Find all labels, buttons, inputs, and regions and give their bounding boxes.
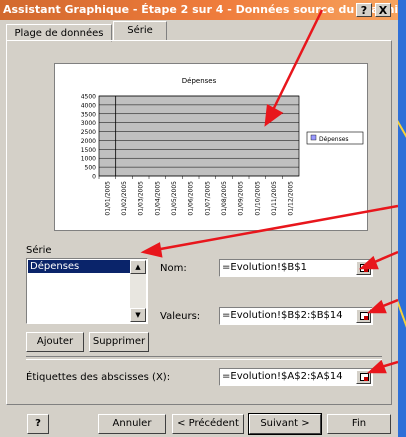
x-tick-label: 01/02/2005 — [121, 181, 128, 216]
x-tick-label: 01/04/2005 — [154, 181, 161, 216]
serie-scrollbar[interactable]: ▲ ▼ — [130, 260, 146, 322]
scroll-down-button[interactable]: ▼ — [130, 308, 146, 322]
y-tick-label: 1000 — [81, 156, 96, 163]
range-select-icon[interactable] — [356, 309, 371, 323]
x-tick-label: 01/10/2005 — [254, 181, 261, 216]
etiquettes-label: Étiquettes des abscisses (X): — [26, 372, 171, 383]
serie-listbox[interactable]: Dépenses ▲ ▼ — [26, 258, 148, 324]
separator — [26, 356, 382, 360]
x-tick-label: 01/07/2005 — [204, 181, 211, 216]
help-title-button[interactable]: ? — [356, 3, 372, 17]
serie-group-label: Série — [26, 245, 52, 256]
x-tick-label: 01/12/2005 — [288, 181, 295, 216]
close-button[interactable]: X — [375, 3, 391, 17]
etiquettes-value: =Evolution!$A$2:$A$14 — [222, 371, 343, 382]
chart-title: Dépenses — [182, 77, 217, 85]
y-tick-label: 500 — [85, 165, 97, 172]
nom-label: Nom: — [160, 263, 187, 274]
help-button[interactable]: ? — [27, 414, 49, 434]
precedent-button[interactable]: < Précédent — [172, 414, 244, 434]
x-tick-label: 01/01/2005 — [104, 181, 111, 216]
valeurs-value: =Evolution!$B$2:$B$14 — [222, 310, 343, 321]
range-select-icon[interactable] — [356, 370, 371, 384]
x-tick-label: 01/08/2005 — [221, 181, 228, 216]
etiquettes-field[interactable]: =Evolution!$A$2:$A$14 — [219, 368, 373, 386]
valeurs-label: Valeurs: — [160, 311, 201, 322]
tab-serie[interactable]: Série — [113, 21, 167, 41]
y-tick-label: 1500 — [81, 147, 96, 154]
x-tick-label: 01/11/2005 — [271, 181, 278, 216]
y-tick-label: 3000 — [81, 120, 96, 127]
y-tick-label: 3500 — [81, 111, 96, 118]
legend-swatch — [310, 134, 317, 141]
x-tick-label: 01/06/2005 — [188, 181, 195, 216]
valeurs-field[interactable]: =Evolution!$B$2:$B$14 — [219, 307, 373, 325]
legend-label: Dépenses — [319, 136, 349, 143]
plot-area — [98, 95, 300, 177]
suivant-button[interactable]: Suivant > — [248, 413, 322, 435]
ajouter-button[interactable]: Ajouter — [26, 332, 84, 352]
y-tick-label: 2000 — [81, 138, 96, 145]
x-tick-label: 01/05/2005 — [171, 181, 178, 216]
chart-wizard-dialog: Assistant Graphique - Étape 2 sur 4 - Do… — [0, 0, 398, 437]
range-select-icon[interactable] — [356, 261, 371, 275]
fin-button[interactable]: Fin — [327, 414, 391, 434]
list-item[interactable]: Dépenses — [28, 260, 130, 273]
x-tick-label: 01/09/2005 — [238, 181, 245, 216]
annuler-button[interactable]: Annuler — [98, 414, 166, 434]
x-tick-label: 01/03/2005 — [138, 181, 145, 216]
y-tick-label: 2500 — [81, 129, 96, 136]
y-tick-label: 0 — [92, 174, 96, 181]
y-tick-label: 4500 — [81, 94, 96, 101]
dialog-title: Assistant Graphique - Étape 2 sur 4 - Do… — [0, 0, 398, 20]
supprimer-button[interactable]: Supprimer — [89, 332, 149, 352]
chart-preview: Dépenses 4500 4000 3500 3000 2500 2000 1500 1000… — [54, 63, 368, 231]
nom-field[interactable]: =Evolution!$B$1 — [219, 259, 373, 277]
chart-svg: Dépenses 45004000 3500 3000 2500 2000 1500 1000… — [81, 77, 364, 216]
scroll-up-button[interactable]: ▲ — [130, 260, 146, 274]
nom-value: =Evolution!$B$1 — [222, 262, 307, 273]
y-tick-label: 4000 — [81, 102, 96, 109]
